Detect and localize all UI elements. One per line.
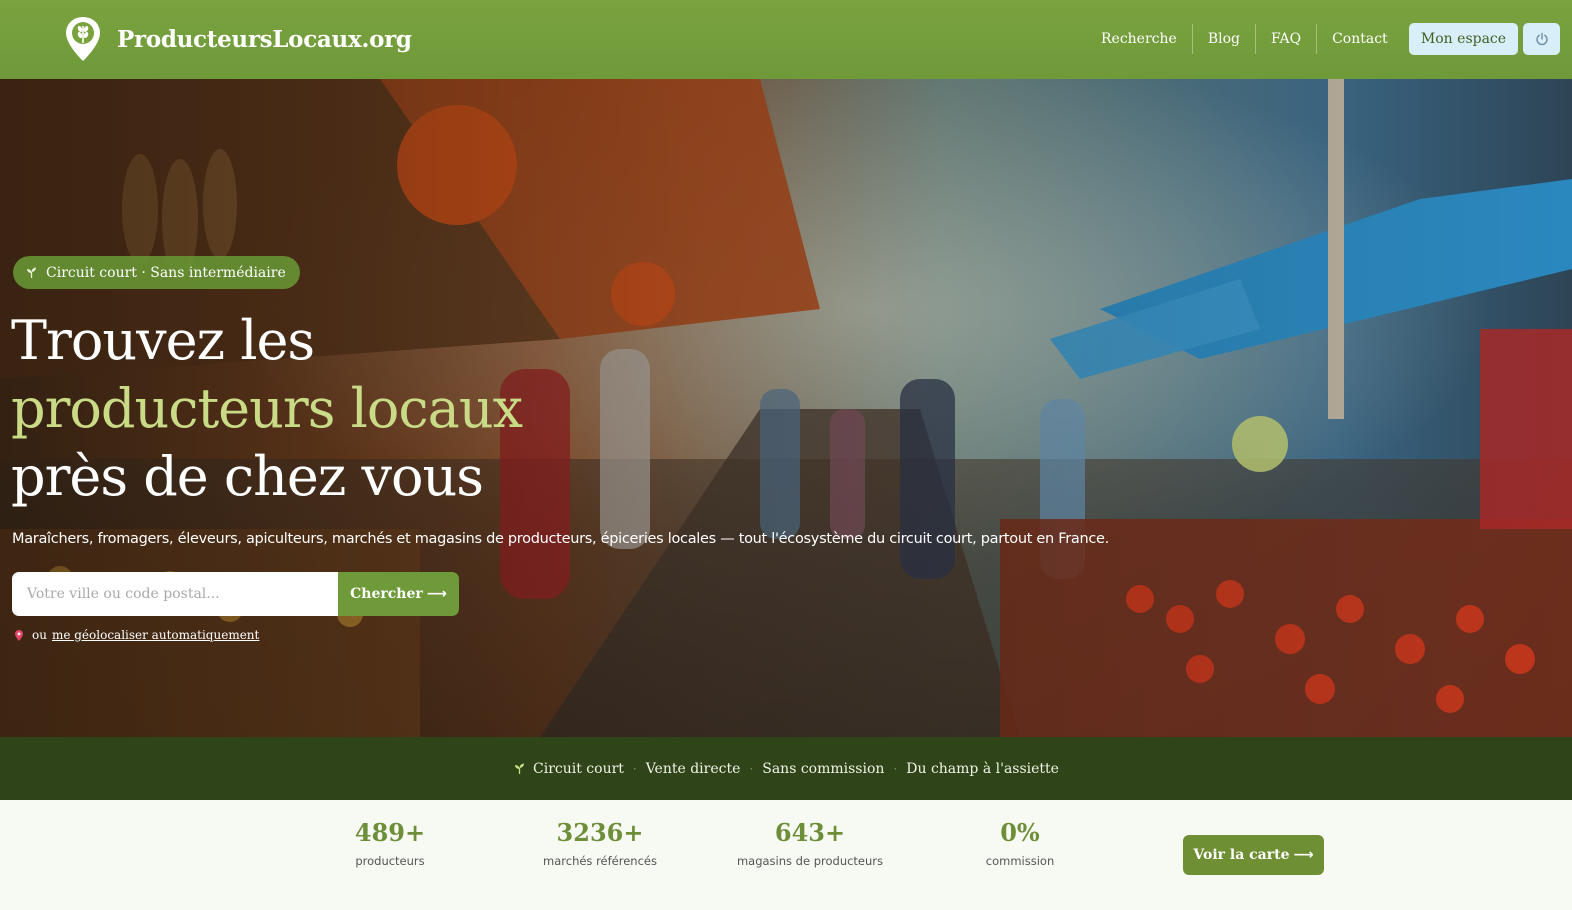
hero-title-line3: près de chez vous (11, 445, 484, 508)
geolocation-row: ou me géolocaliser automatiquement (15, 628, 259, 642)
sprout-icon (515, 763, 524, 774)
stat-label: marchés référencés (543, 854, 657, 868)
location-search: Chercher ⟶ (12, 572, 459, 616)
stat-commission: 0% commission (920, 818, 1120, 868)
stat-value: 489+ (354, 818, 426, 847)
arrow-right-icon: ⟶ (1293, 847, 1314, 863)
stat-label: commission (985, 854, 1055, 868)
view-map-label: Voir la carte (1193, 847, 1290, 863)
stat-value: 0% (1000, 818, 1040, 847)
values-ribbon: Circuit court · Vente directe · Sans com… (0, 737, 1572, 800)
hero-subtitle: Maraîchers, fromagers, éleveurs, apicult… (12, 531, 1109, 547)
location-search-input[interactable] (12, 572, 338, 616)
badge-text: Circuit court · Sans intermédiaire (46, 264, 286, 281)
hero-title: Trouvez les producteurs locaux près de c… (11, 307, 523, 511)
stat-label: magasins de producteurs (736, 854, 884, 868)
sprout-icon (27, 267, 36, 278)
ribbon-text: Circuit court (533, 760, 624, 777)
ribbon-text: Du champ à l'assiette (906, 760, 1059, 777)
nav-recherche[interactable]: Recherche (1086, 23, 1192, 55)
search-button-label: Chercher (350, 586, 423, 602)
geo-or-text: ou (32, 628, 47, 642)
stat-value: 643+ (774, 818, 846, 847)
nav-blog[interactable]: Blog (1193, 23, 1255, 55)
stat-value: 3236+ (556, 818, 644, 847)
nav-contact[interactable]: Contact (1317, 23, 1403, 55)
hero-section: Circuit court · Sans intermédiaire Trouv… (0, 79, 1572, 737)
brand-logo[interactable]: ProducteursLocaux.org (64, 15, 412, 63)
map-pin-icon (15, 629, 23, 641)
account-button[interactable]: Mon espace (1409, 23, 1518, 55)
arrow-right-icon: ⟶ (426, 586, 447, 602)
ribbon-separator: · (632, 761, 637, 776)
power-button[interactable] (1523, 23, 1560, 55)
ribbon-separator: · (749, 761, 754, 776)
nav-faq[interactable]: FAQ (1256, 23, 1316, 55)
stat-producteurs: 489+ producteurs (290, 818, 490, 868)
ribbon-text: Vente directe (645, 760, 741, 777)
ribbon-text: Sans commission (762, 760, 885, 777)
brand-name: ProducteursLocaux.org (117, 25, 412, 53)
stats-bar: 489+ producteurs 3236+ marchés référencé… (0, 800, 1572, 910)
main-nav: Recherche Blog FAQ Contact (1086, 23, 1403, 55)
geolocate-link[interactable]: me géolocaliser automatiquement (52, 628, 259, 642)
circuit-court-badge: Circuit court · Sans intermédiaire (13, 256, 300, 289)
hero-title-accent: producteurs locaux (11, 377, 523, 440)
search-button[interactable]: Chercher ⟶ (338, 572, 459, 616)
wheat-pin-icon (66, 17, 100, 61)
stat-label: producteurs (355, 854, 425, 868)
ribbon-item: Circuit court (513, 761, 624, 777)
power-icon (1535, 32, 1548, 46)
ribbon-separator: · (893, 761, 898, 776)
view-map-button[interactable]: Voir la carte ⟶ (1183, 835, 1324, 875)
hero-title-line1: Trouvez les (11, 309, 315, 372)
stat-marches: 3236+ marchés référencés (500, 818, 700, 868)
site-header: ProducteursLocaux.org Recherche Blog FAQ… (0, 0, 1572, 79)
stat-magasins: 643+ magasins de producteurs (710, 818, 910, 868)
